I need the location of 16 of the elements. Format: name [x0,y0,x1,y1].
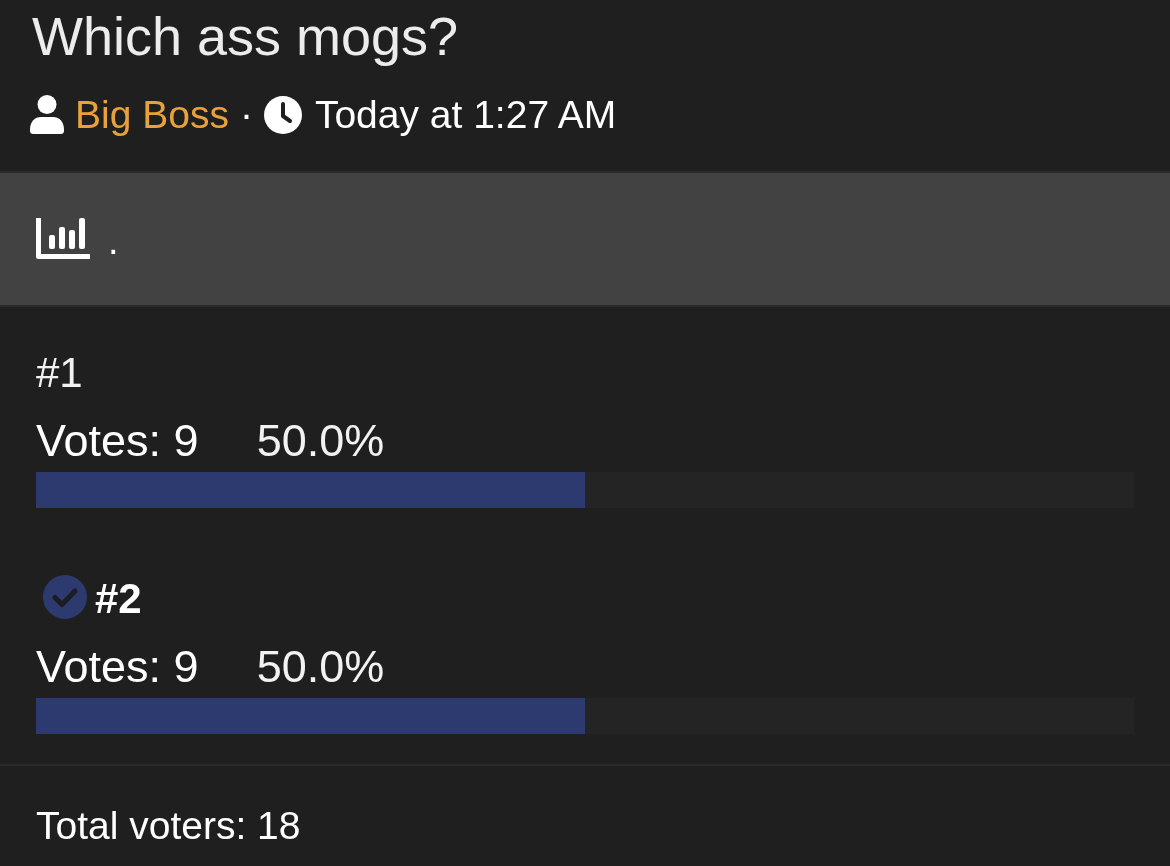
option-label: #2 [95,573,142,624]
vote-count: Votes: 9 [36,414,199,467]
vote-percent: 50.0% [256,640,385,693]
vote-percent: 50.0% [256,414,385,467]
separator-dot: · [239,91,253,138]
clock-icon [263,95,302,134]
vote-count: Votes: 9 [36,640,199,693]
option-label: #1 [36,347,83,398]
author-link[interactable]: Big Boss [75,91,229,138]
bar-chart-icon [36,218,90,260]
poll-question: . [108,218,119,264]
timestamp: Today at 1:27 AM [314,91,617,138]
user-icon [30,95,64,135]
total-voters: Total voters: 18 [36,803,301,847]
page-title: Which ass mogs? [32,5,460,68]
check-circle-icon [43,574,87,619]
